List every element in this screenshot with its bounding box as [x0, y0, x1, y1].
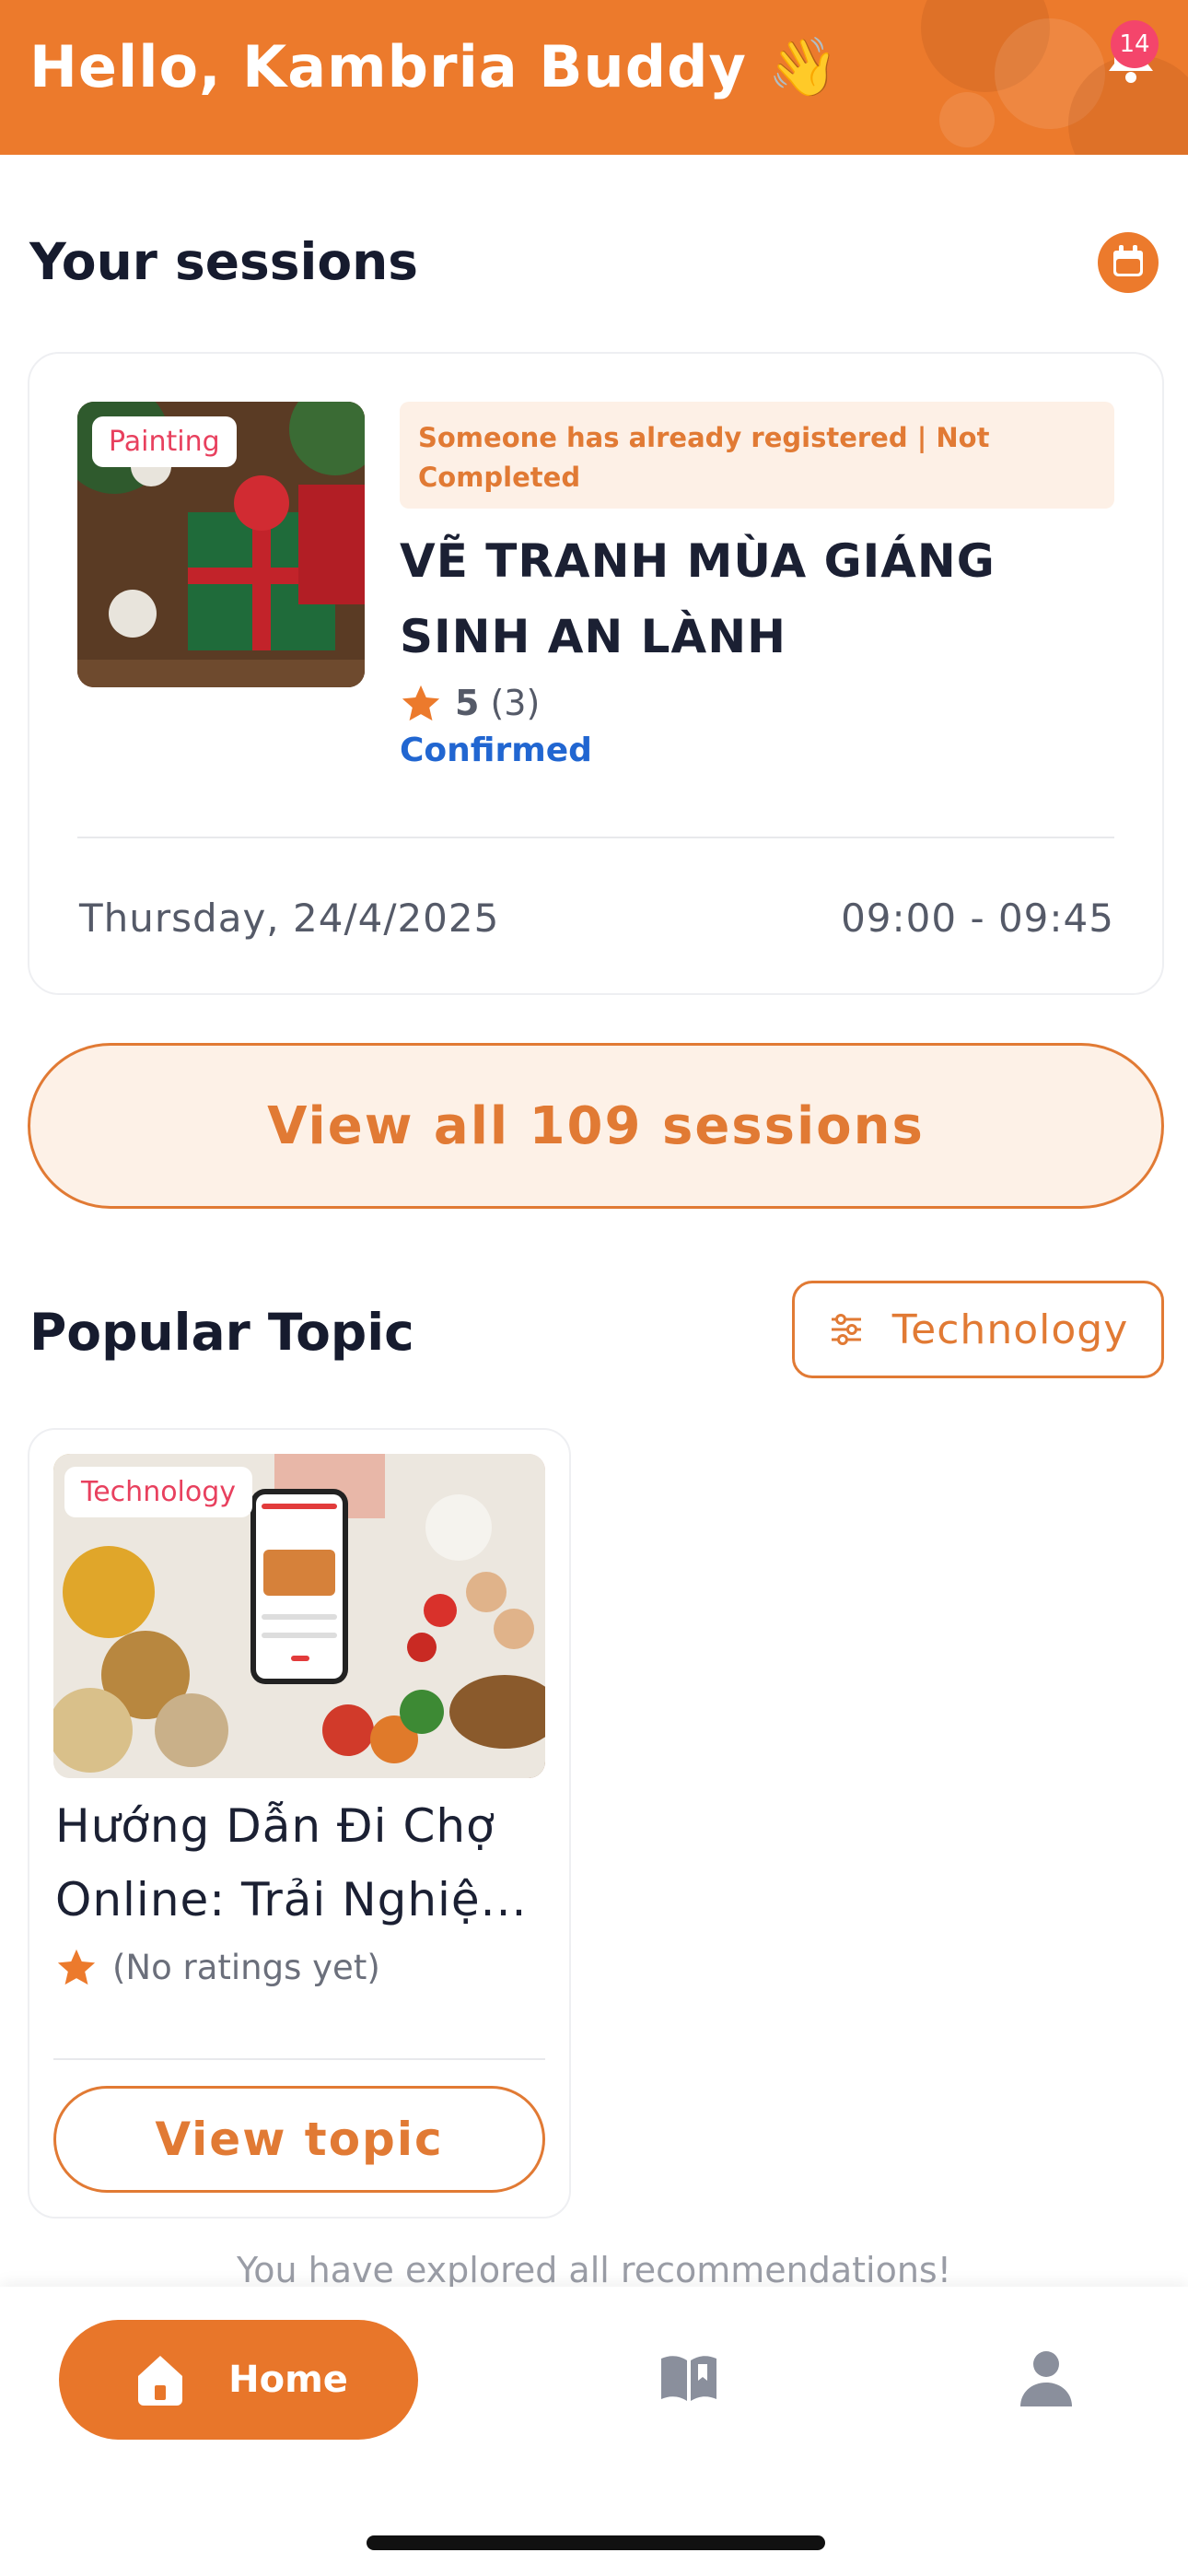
- category-tag: Painting: [92, 416, 237, 467]
- topic-category-tag: Technology: [64, 1467, 253, 1517]
- nav-home-label: Home: [228, 2359, 348, 2401]
- app-header: Hello, Kambria Buddy 👋: [0, 0, 1188, 155]
- card-divider: [77, 837, 1114, 838]
- nav-home-button[interactable]: Home: [59, 2320, 418, 2440]
- confirmation-status: Confirmed: [400, 732, 592, 769]
- profile-icon[interactable]: [1013, 2346, 1079, 2412]
- view-topic-button[interactable]: View topic: [53, 2086, 545, 2193]
- book-icon[interactable]: [656, 2346, 722, 2412]
- topic-divider: [53, 2058, 545, 2060]
- calendar-icon[interactable]: [1096, 230, 1160, 295]
- session-rating: 5 (3): [400, 682, 540, 724]
- session-date: Thursday, 24/4/2025: [79, 896, 500, 941]
- star-icon: [402, 685, 440, 721]
- star-icon: [57, 1949, 96, 1985]
- home-indicator: [367, 2535, 825, 2550]
- sessions-section-title: Your sessions: [29, 232, 419, 291]
- session-time: 09:00 - 09:45: [841, 896, 1114, 941]
- no-ratings-text: (No ratings yet): [112, 1947, 380, 1987]
- home-icon: [138, 2356, 183, 2406]
- popular-section-title: Popular Topic: [29, 1303, 414, 1362]
- session-title: VẼ TRANH MÙA GIÁNG SINH AN LÀNH: [400, 534, 996, 663]
- phone-illustration: [250, 1489, 348, 1684]
- filter-label: Technology: [891, 1306, 1129, 1353]
- rating-score: 5: [455, 683, 480, 723]
- notification-badge: 14: [1111, 20, 1159, 68]
- greeting-title: Hello, Kambria Buddy 👋: [29, 33, 840, 100]
- end-of-list-note: You have explored all recommendations!: [237, 2250, 951, 2290]
- topic-rating: (No ratings yet): [55, 1946, 380, 1988]
- view-all-sessions-button[interactable]: View all 109 sessions: [28, 1043, 1164, 1209]
- topic-filter-button[interactable]: Technology: [792, 1281, 1164, 1378]
- rating-count: (3): [490, 683, 541, 723]
- registration-status: Someone has already registered | Not Com…: [400, 402, 1114, 509]
- filter-sliders-icon: [831, 1314, 861, 1345]
- topic-title: Hướng Dẫn Đi Chợ Online: Trải Nghiệ...: [55, 1799, 528, 1926]
- header-decoration: [939, 92, 995, 147]
